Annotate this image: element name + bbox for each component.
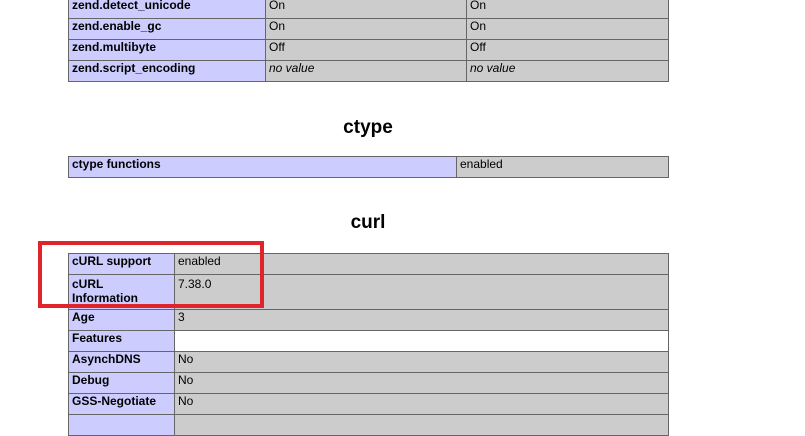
- master-value: Off: [466, 39, 669, 61]
- table-row: zend.detect_unicode On On: [68, 0, 669, 19]
- local-value: On: [265, 0, 467, 19]
- table-row: zend.script_encoding no value no value: [68, 60, 669, 82]
- ctype-section-title: ctype: [343, 117, 393, 138]
- table-row: GSS-Negotiate No: [68, 393, 669, 415]
- ctype-functions-value: enabled: [456, 156, 669, 178]
- table-row: Features: [68, 330, 669, 352]
- no-value-text: no value: [470, 61, 516, 75]
- curl-features-label: Features: [68, 330, 175, 352]
- no-value-text: no value: [269, 61, 315, 75]
- directive-name: zend.multibyte: [68, 39, 266, 61]
- curl-support-value: enabled: [174, 253, 669, 275]
- curl-age-value: 3: [174, 309, 669, 331]
- curl-gss-negotiate-label: GSS-Negotiate: [68, 393, 175, 415]
- curl-features-value: [174, 330, 669, 352]
- local-value: Off: [265, 39, 467, 61]
- directive-name: zend.enable_gc: [68, 18, 266, 40]
- table-row: cURL Information 7.38.0: [68, 274, 669, 310]
- curl-information-value: 7.38.0: [174, 274, 669, 310]
- local-value: no value: [265, 60, 467, 82]
- local-value: On: [265, 18, 467, 40]
- table-row: zend.enable_gc On On: [68, 18, 669, 40]
- zend-directives-table: zend.detect_unicode On On zend.enable_gc…: [68, 0, 669, 82]
- ctype-functions-label: ctype functions: [68, 156, 457, 178]
- table-row: zend.multibyte Off Off: [68, 39, 669, 61]
- directive-name: zend.script_encoding: [68, 60, 266, 82]
- table-row: ctype functions enabled: [68, 156, 669, 178]
- table-row: Age 3: [68, 309, 669, 331]
- curl-information-label: cURL Information: [68, 274, 175, 310]
- curl-debug-value: No: [174, 372, 669, 394]
- master-value: On: [466, 18, 669, 40]
- master-value: no value: [466, 60, 669, 82]
- ctype-table: ctype functions enabled: [68, 156, 669, 178]
- directive-name: zend.detect_unicode: [68, 0, 266, 19]
- table-row: AsynchDNS No: [68, 351, 669, 373]
- curl-section-title: curl: [350, 212, 386, 233]
- curl-asynchdns-value: No: [174, 351, 669, 373]
- curl-table: cURL support enabled cURL Information 7.…: [68, 253, 669, 436]
- curl-gss-negotiate-value: No: [174, 393, 669, 415]
- table-row: cURL support enabled: [68, 253, 669, 275]
- curl-asynchdns-label: AsynchDNS: [68, 351, 175, 373]
- master-value: On: [466, 0, 669, 19]
- table-row: Debug No: [68, 372, 669, 394]
- curl-age-label: Age: [68, 309, 175, 331]
- curl-debug-label: Debug: [68, 372, 175, 394]
- curl-support-label: cURL support: [68, 253, 175, 275]
